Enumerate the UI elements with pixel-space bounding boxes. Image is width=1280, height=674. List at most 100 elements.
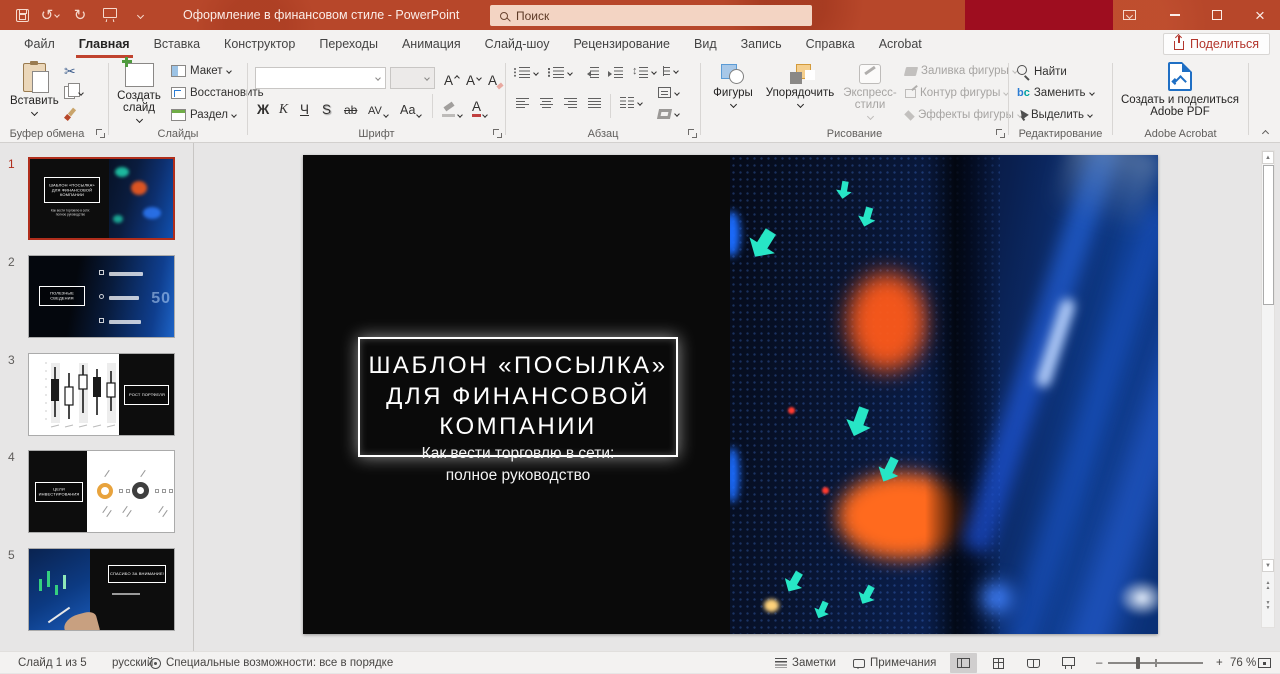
minimize-button[interactable]	[1158, 0, 1192, 30]
accessibility-checker[interactable]: Специальные возможности: все в порядке	[150, 652, 393, 674]
slide-thumbnail-1[interactable]: ШАБЛОН «ПОСЫЛКА» ДЛЯ ФИНАНСОВОЙ КОМПАНИИ…	[28, 157, 175, 240]
account-area[interactable]	[965, 0, 1113, 30]
align-center-button[interactable]	[540, 97, 553, 108]
font-color-button[interactable]: А	[472, 97, 487, 117]
justify-button[interactable]	[588, 97, 601, 108]
undo-button[interactable]: ↺	[38, 0, 62, 30]
slide-thumbnail-5[interactable]: СПАСИБО ЗА ВНИМАНИЕ!	[28, 548, 175, 631]
underline-button[interactable]: Ч	[300, 97, 309, 117]
slide-canvas[interactable]: ШАБЛОН «ПОСЫЛКА» ДЛЯ ФИНАНСОВОЙ КОМПАНИИ…	[303, 155, 1158, 634]
normal-view-button[interactable]	[950, 653, 977, 673]
previous-slide-button[interactable]: ▲▲	[1262, 579, 1274, 593]
zoom-slider-thumb[interactable]	[1136, 657, 1140, 669]
zoom-level[interactable]: 76 %	[1230, 652, 1256, 674]
increase-indent-button[interactable]	[608, 67, 623, 78]
tab-review[interactable]: Рецензирование	[561, 30, 682, 58]
bullets-button[interactable]	[514, 67, 538, 78]
drawing-dialog-launcher[interactable]	[995, 128, 1006, 139]
ribbon-display-options-button[interactable]	[1112, 0, 1146, 30]
zoom-slider[interactable]	[1108, 652, 1203, 674]
language-indicator[interactable]: русский	[112, 652, 153, 674]
collapse-ribbon-button[interactable]	[1262, 130, 1269, 137]
tab-record[interactable]: Запись	[729, 30, 794, 58]
replace-button[interactable]: bcЗаменить	[1017, 87, 1094, 99]
search-box[interactable]	[490, 5, 812, 26]
slide-thumbnail-2[interactable]: 50 ПОЛЕЗНЫЕ СВЕДЕНИЯ	[28, 255, 175, 338]
tab-slideshow[interactable]: Слайд-шоу	[473, 30, 562, 58]
paragraph-dialog-launcher[interactable]	[687, 128, 698, 139]
tab-design[interactable]: Конструктор	[212, 30, 307, 58]
highlight-color-button[interactable]	[442, 97, 462, 117]
tab-animations[interactable]: Анимация	[390, 30, 473, 58]
text-direction-button[interactable]	[658, 65, 678, 77]
decrease-indent-button[interactable]	[584, 67, 599, 78]
fit-slide-button[interactable]	[1258, 652, 1271, 674]
columns-button[interactable]	[620, 97, 642, 108]
align-left-button[interactable]	[516, 97, 529, 108]
change-case-button[interactable]: Аа	[400, 97, 421, 117]
text-shadow-button[interactable]: S	[322, 97, 331, 117]
slide-counter[interactable]: Слайд 1 из 5	[18, 652, 87, 674]
cut-button[interactable]: ✂	[64, 64, 76, 78]
next-slide-button[interactable]: ▼▼	[1262, 599, 1274, 613]
tab-insert[interactable]: Вставка	[142, 30, 212, 58]
slide-title-placeholder[interactable]: ШАБЛОН «ПОСЫЛКА» ДЛЯ ФИНАНСОВОЙ КОМПАНИИ	[358, 337, 678, 457]
customize-qat-button[interactable]	[128, 0, 152, 30]
font-size-combo[interactable]	[390, 67, 435, 89]
maximize-button[interactable]	[1200, 0, 1234, 30]
clipboard-dialog-launcher[interactable]	[95, 128, 106, 139]
slide-thumbnail-4[interactable]: ЦЕЛИ ИНВЕСТИРОВАНИЯ	[28, 450, 175, 533]
convert-smartart-button[interactable]	[658, 109, 679, 119]
grow-font-button[interactable]: А	[444, 68, 459, 88]
format-painter-button[interactable]	[64, 108, 78, 122]
tab-home[interactable]: Главная	[67, 30, 142, 58]
scroll-down-button[interactable]: ▼	[1262, 559, 1274, 572]
redo-button[interactable]: ↻	[68, 0, 92, 30]
notes-toggle[interactable]: Заметки	[775, 652, 836, 674]
clear-formatting-button[interactable]: А	[488, 68, 503, 88]
comments-toggle[interactable]: Примечания	[853, 652, 936, 674]
share-button[interactable]: Поделиться	[1163, 33, 1270, 55]
thumbnail-panel-divider[interactable]	[193, 143, 194, 651]
tab-help[interactable]: Справка	[794, 30, 867, 58]
layout-button[interactable]: Макет	[171, 65, 231, 77]
search-input[interactable]	[516, 9, 766, 23]
bold-button[interactable]: Ж	[257, 97, 269, 117]
shapes-button[interactable]: Фигуры	[707, 64, 759, 107]
find-button[interactable]: Найти	[1017, 65, 1067, 78]
tab-transitions[interactable]: Переходы	[307, 30, 390, 58]
slide-thumbnail-3[interactable]: РОСТ ПОРТФЕЛЯ	[28, 353, 175, 436]
reading-view-button[interactable]	[1020, 653, 1047, 673]
copy-button[interactable]	[64, 86, 83, 99]
tab-view[interactable]: Вид	[682, 30, 729, 58]
font-dialog-launcher[interactable]	[492, 128, 503, 139]
shape-effects-button[interactable]: Эффекты фигуры	[905, 109, 1022, 121]
section-button[interactable]: Раздел	[171, 109, 236, 121]
line-spacing-button[interactable]	[632, 66, 656, 78]
quick-styles-button[interactable]: Экспресс-стили	[841, 64, 899, 119]
zoom-out-button[interactable]: –	[1096, 652, 1102, 674]
font-name-combo[interactable]	[255, 67, 386, 89]
zoom-in-button[interactable]: +	[1216, 652, 1223, 674]
numbering-button[interactable]	[548, 67, 572, 78]
save-button[interactable]	[10, 0, 34, 30]
scroll-up-button[interactable]: ▲	[1262, 151, 1274, 164]
strikethrough-button[interactable]: ab	[344, 97, 357, 117]
shape-outline-button[interactable]: Контур фигуры	[905, 87, 1008, 99]
close-button[interactable]: ×	[1243, 0, 1277, 30]
create-pdf-button[interactable]: Создать и поделиться Adobe PDF	[1119, 62, 1241, 118]
character-spacing-button[interactable]: AV	[368, 97, 388, 117]
tab-file[interactable]: Файл	[12, 30, 67, 58]
shape-fill-button[interactable]: Заливка фигуры	[905, 65, 1017, 77]
arrange-button[interactable]: Упорядочить	[761, 64, 839, 107]
slide-subtitle-placeholder[interactable]: Как вести торговлю в сети: полное руково…	[358, 443, 678, 488]
tab-acrobat[interactable]: Acrobat	[867, 30, 934, 58]
slide-photo[interactable]	[730, 155, 1158, 634]
paste-button[interactable]: Вставить	[10, 63, 59, 115]
slideshow-view-button[interactable]	[1055, 653, 1082, 673]
shrink-font-button[interactable]: А	[466, 68, 481, 88]
vertical-scrollbar[interactable]: ▲ ▼ ▲▲ ▼▼	[1261, 150, 1275, 628]
select-button[interactable]: Выделить	[1017, 109, 1092, 121]
start-slideshow-button[interactable]	[98, 0, 122, 30]
slide-sorter-view-button[interactable]	[985, 653, 1012, 673]
